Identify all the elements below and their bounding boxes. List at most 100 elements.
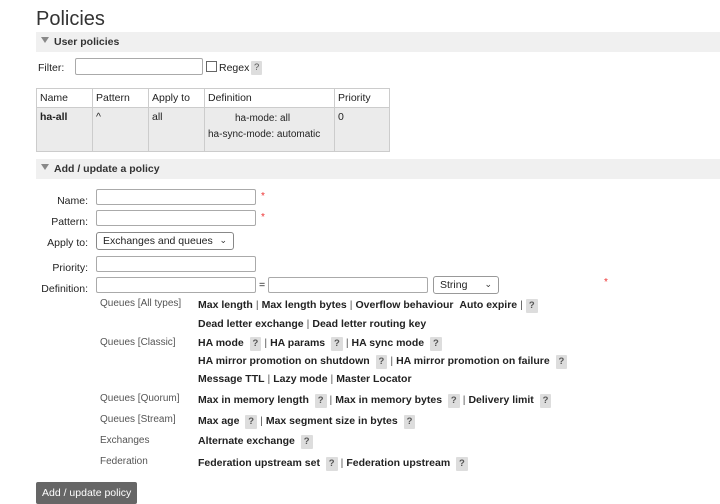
regex-help-button[interactable]: ? (251, 61, 263, 75)
overflow-behaviour-link[interactable]: Overflow behaviour (356, 299, 454, 311)
dead-letter-exchange-link[interactable]: Dead letter exchange (198, 318, 304, 330)
all-types-links-line1: Max length | Max length bytes | Overflow beh… (198, 299, 538, 313)
user-policies-section-header[interactable]: User policies (36, 32, 720, 52)
table-row[interactable]: ha-all ^ all ha-mode: all ha-sync-mode: … (36, 107, 390, 152)
delivery-limit-link[interactable]: Delivery limit (468, 394, 533, 406)
max-in-memory-length-link[interactable]: Max in memory length (198, 394, 309, 406)
definition-value: all (280, 113, 291, 124)
definition-type-value: String (440, 279, 468, 291)
filter-label: Filter: (38, 62, 65, 74)
column-header-definition[interactable]: Definition (204, 88, 335, 108)
policies-table: Name Pattern Apply to Definition Priorit… (36, 88, 390, 152)
max-in-memory-bytes-link[interactable]: Max in memory bytes (335, 394, 442, 406)
alternate-exchange-link[interactable]: Alternate exchange (198, 435, 295, 447)
name-label: Name: (57, 195, 88, 207)
help-button[interactable]: ? (300, 435, 313, 449)
pattern-input[interactable] (96, 210, 256, 226)
table-header-row: Name Pattern Apply to Definition Priorit… (36, 88, 390, 108)
filter-input[interactable] (75, 58, 203, 75)
lazy-mode-link[interactable]: Lazy mode (273, 373, 327, 385)
required-marker: * (261, 212, 265, 223)
help-button[interactable]: ? (331, 337, 343, 351)
classic-links-line1: HA mode ? | HA params ? | HA sync mode ? (198, 337, 442, 351)
federation-upstream-link[interactable]: Federation upstream (346, 457, 450, 469)
policy-definition-cell: ha-mode: all ha-sync-mode: automatic (204, 107, 335, 152)
classic-links-line2: HA mirror promotion on shutdown ? | HA mir… (198, 355, 568, 369)
required-marker: * (261, 191, 265, 202)
regex-checkbox[interactable] (206, 61, 217, 72)
help-button[interactable]: ? (325, 457, 338, 471)
definition-key: ha-mode: (235, 113, 278, 124)
apply-to-label: Apply to: (47, 237, 88, 249)
collapse-triangle-icon[interactable] (41, 164, 49, 170)
quorum-links: Max in memory length ? | Max in memory byt… (198, 394, 552, 408)
help-button[interactable]: ? (447, 394, 460, 408)
help-button[interactable]: ? (539, 394, 552, 408)
definition-type-select[interactable]: String ⌄ (433, 276, 499, 294)
definition-key-input[interactable] (96, 277, 256, 293)
master-locator-link[interactable]: Master Locator (336, 373, 411, 385)
help-button[interactable]: ? (525, 299, 538, 313)
required-marker: * (604, 277, 608, 288)
federation-links: Federation upstream set ? | Federation ups… (198, 457, 468, 471)
max-segment-size-link[interactable]: Max segment size in bytes (266, 415, 398, 427)
priority-input[interactable] (96, 256, 256, 272)
help-button[interactable]: ? (249, 337, 262, 351)
stream-links: Max age ? | Max segment size in bytes ? (198, 415, 416, 429)
ha-sync-mode-link[interactable]: HA sync mode (352, 337, 425, 349)
regex-label: Regex (219, 62, 250, 74)
pattern-label: Pattern: (51, 216, 88, 228)
help-button[interactable]: ? (403, 415, 416, 429)
policy-name-cell[interactable]: ha-all (36, 107, 93, 152)
definition-value-input[interactable] (268, 277, 428, 293)
message-ttl-link[interactable]: Message TTL (198, 373, 265, 385)
ha-promotion-shutdown-link[interactable]: HA mirror promotion on shutdown (198, 355, 370, 367)
definition-key: ha-sync-mode: (208, 129, 275, 140)
category-label-federation: Federation (100, 456, 148, 467)
regex-option[interactable]: Regex (206, 61, 249, 74)
column-header-priority[interactable]: Priority (334, 88, 390, 108)
column-header-pattern[interactable]: Pattern (92, 88, 149, 108)
help-button[interactable]: ? (555, 355, 568, 369)
column-header-apply-to[interactable]: Apply to (148, 88, 205, 108)
dead-letter-routing-key-link[interactable]: Dead letter routing key (312, 318, 426, 330)
category-label-quorum: Queues [Quorum] (100, 393, 180, 404)
category-label-stream: Queues [Stream] (100, 414, 176, 425)
help-button[interactable]: ? (456, 457, 468, 471)
category-label-exchanges: Exchanges (100, 435, 150, 446)
category-label-all-types: Queues [All types] (100, 298, 182, 309)
help-button[interactable]: ? (245, 415, 258, 429)
priority-label: Priority: (52, 262, 88, 274)
help-button[interactable]: ? (375, 355, 388, 369)
add-update-policy-button[interactable]: Add / update policy (36, 482, 138, 504)
column-header-name[interactable]: Name (36, 88, 93, 108)
page-title: Policies (36, 8, 105, 30)
help-button[interactable]: ? (314, 394, 327, 408)
max-length-link[interactable]: Max length (198, 299, 253, 311)
apply-to-value: Exchanges and queues (103, 235, 213, 247)
collapse-triangle-icon[interactable] (41, 37, 49, 43)
max-age-link[interactable]: Max age (198, 415, 239, 427)
chevron-down-icon: ⌄ (484, 279, 492, 289)
policy-pattern-cell: ^ (92, 107, 149, 152)
ha-mode-link[interactable]: HA mode (198, 337, 244, 349)
name-input[interactable] (96, 189, 256, 205)
add-policy-section-header[interactable]: Add / update a policy (36, 159, 720, 179)
apply-to-select[interactable]: Exchanges and queues ⌄ (96, 232, 234, 250)
ha-promotion-failure-link[interactable]: HA mirror promotion on failure (396, 355, 550, 367)
category-label-classic: Queues [Classic] (100, 337, 176, 348)
section-title: Add / update a policy (54, 163, 160, 175)
classic-links-line3: Message TTL | Lazy mode | Master Locator (198, 373, 412, 385)
help-button[interactable]: ? (429, 337, 442, 351)
max-length-bytes-link[interactable]: Max length bytes (262, 299, 347, 311)
section-title: User policies (54, 36, 120, 48)
chevron-down-icon: ⌄ (219, 235, 227, 245)
policy-priority-cell: 0 (334, 107, 390, 152)
definition-label: Definition: (41, 283, 88, 295)
exchanges-links: Alternate exchange ? (198, 435, 313, 449)
definition-value: automatic (276, 129, 321, 140)
ha-params-link[interactable]: HA params (270, 337, 325, 349)
federation-upstream-set-link[interactable]: Federation upstream set (198, 457, 320, 469)
all-types-links-line2: Dead letter exchange | Dead letter routing… (198, 318, 427, 330)
auto-expire-link[interactable]: Auto expire (459, 299, 517, 311)
